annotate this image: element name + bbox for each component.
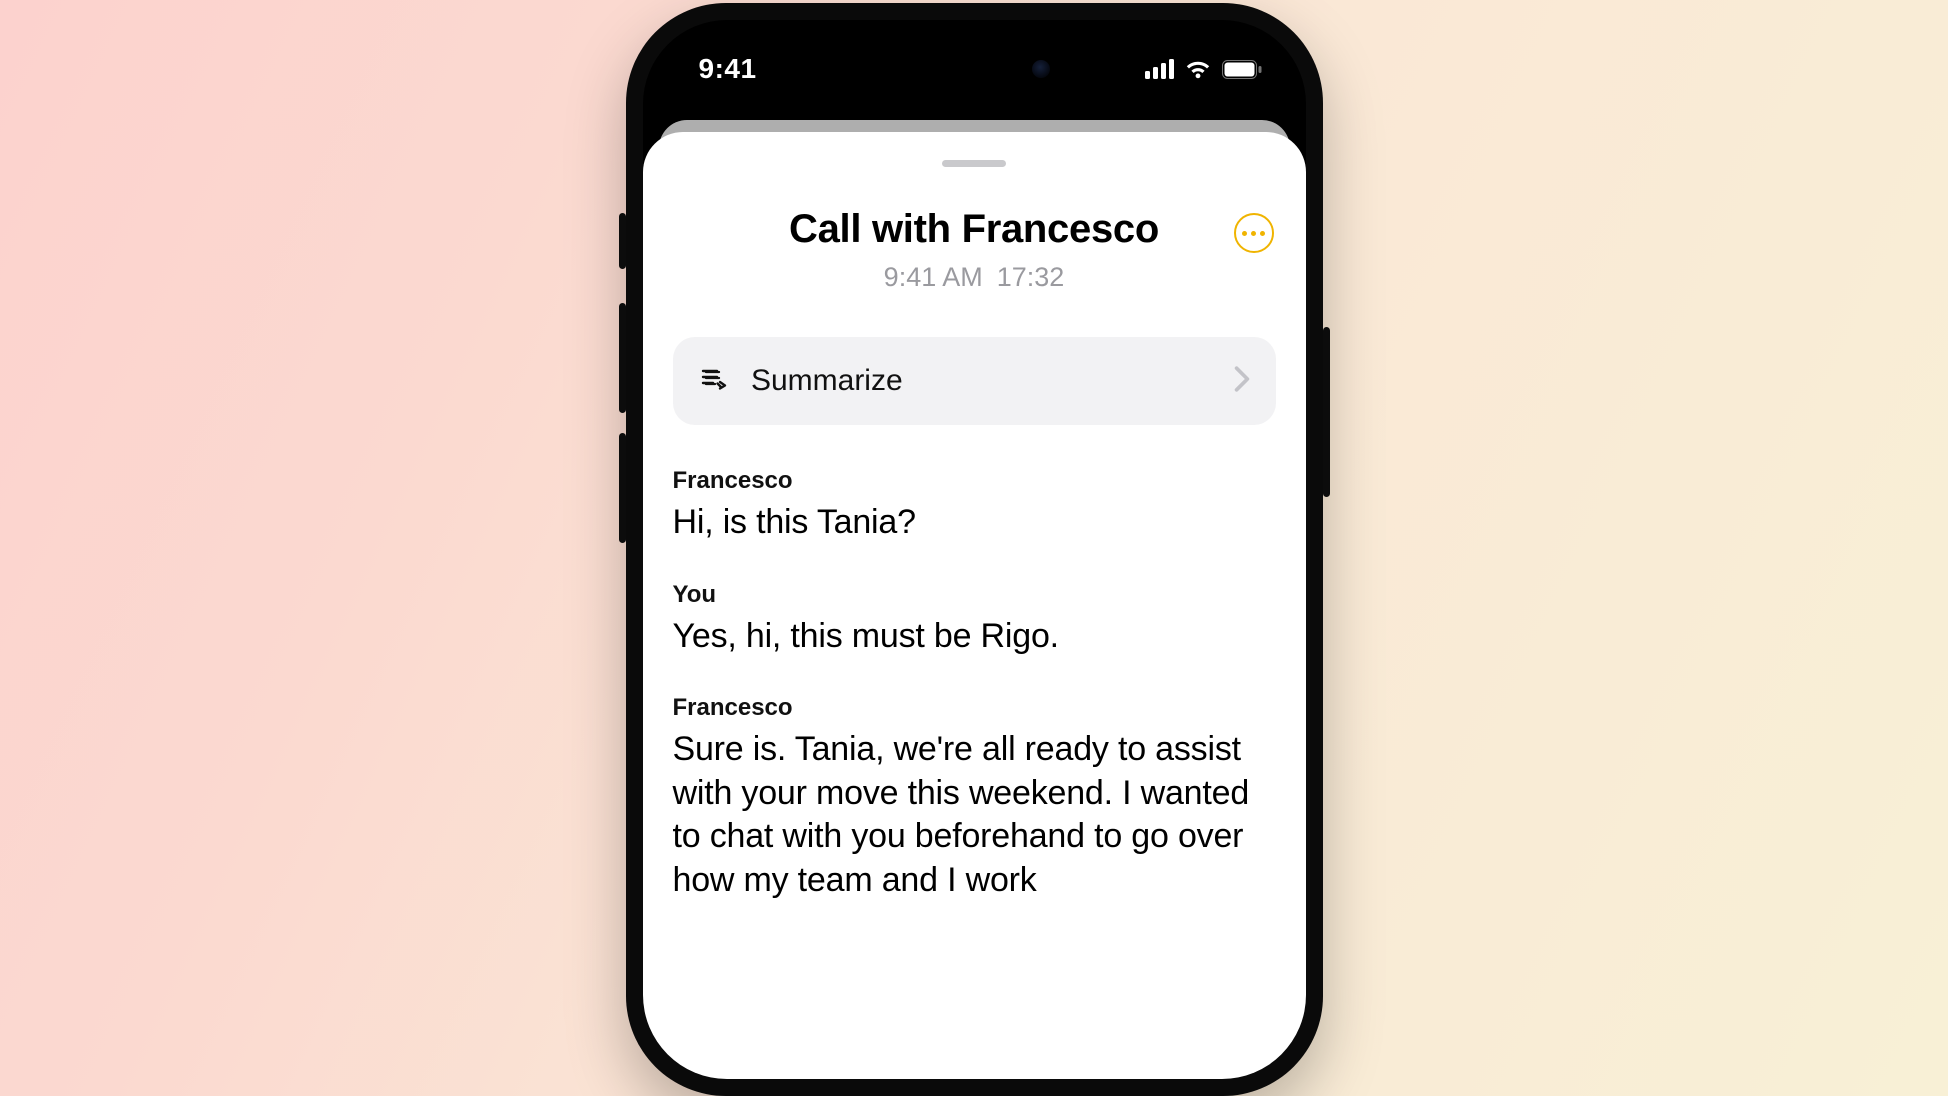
- call-duration: 17:32: [997, 262, 1065, 292]
- phone-frame: 9:41 Call with Francesco 9:41 AM 17:32: [626, 3, 1323, 1096]
- front-camera: [1032, 60, 1050, 78]
- battery-icon: [1222, 60, 1262, 79]
- speaker-label: You: [673, 581, 1276, 609]
- summarize-label: Summarize: [751, 364, 903, 398]
- dynamic-island: [876, 42, 1072, 96]
- more-button[interactable]: [1234, 213, 1274, 253]
- sheet-grabber[interactable]: [942, 160, 1006, 167]
- transcript-sheet: Call with Francesco 9:41 AM 17:32: [643, 132, 1306, 1079]
- transcript-text: Hi, is this Tania?: [673, 501, 1276, 545]
- transcript-turn: Francesco Sure is. Tania, we're all read…: [673, 694, 1276, 902]
- wifi-icon: [1184, 59, 1212, 79]
- transcript-turn: You Yes, hi, this must be Rigo.: [673, 581, 1276, 659]
- transcript-turn: Francesco Hi, is this Tania?: [673, 467, 1276, 545]
- summarize-button[interactable]: Summarize: [673, 337, 1276, 425]
- ellipsis-icon: [1242, 231, 1247, 236]
- call-time: 9:41 AM: [884, 262, 983, 292]
- screen: 9:41 Call with Francesco 9:41 AM 17:32: [643, 20, 1306, 1079]
- summarize-icon: [699, 366, 729, 397]
- page-subtitle: 9:41 AM 17:32: [673, 262, 1276, 293]
- speaker-label: Francesco: [673, 467, 1276, 495]
- transcript-text: Yes, hi, this must be Rigo.: [673, 615, 1276, 659]
- cellular-icon: [1145, 59, 1174, 79]
- speaker-label: Francesco: [673, 694, 1276, 722]
- status-time: 9:41: [699, 53, 757, 85]
- transcript-text: Sure is. Tania, we're all ready to assis…: [673, 728, 1276, 902]
- chevron-right-icon: [1234, 366, 1250, 397]
- power-button: [1323, 327, 1330, 497]
- transcript: Francesco Hi, is this Tania? You Yes, hi…: [643, 467, 1306, 902]
- volume-down-button: [619, 433, 626, 543]
- volume-up-button: [619, 303, 626, 413]
- side-button: [619, 213, 626, 269]
- page-title: Call with Francesco: [673, 207, 1276, 252]
